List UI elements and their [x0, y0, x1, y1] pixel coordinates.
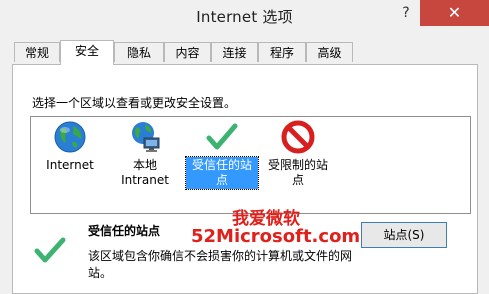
zone-trusted-sites[interactable]: 受信任的站 点 [185, 120, 259, 190]
tab-connections[interactable]: 连接 [211, 42, 258, 62]
zone-instruction: 选择一个区域以查看或更改安全设置。 [32, 96, 237, 110]
local-intranet-icon [132, 122, 160, 152]
watermark-line-2: 52Microsoft.com [191, 226, 361, 247]
sites-button[interactable]: 站点(S) [361, 222, 447, 248]
selected-zone-description: 该区域包含你确信不会损害你的计算机或文件的网站。 [88, 249, 353, 280]
globe-icon [54, 121, 86, 153]
prohibited-icon [281, 120, 315, 154]
selected-zone-title: 受信任的站点 [88, 224, 161, 238]
zone-restricted-sites[interactable]: 受限制的站 点 [263, 120, 333, 189]
zone-internet[interactable]: Internet [40, 120, 100, 174]
zone-trusted-sites-label: 受信任的站 点 [185, 156, 259, 190]
zone-internet-label: Internet [46, 158, 94, 172]
trusted-zone-check-icon [34, 237, 66, 263]
tab-programs[interactable]: 程序 [258, 42, 306, 62]
help-button[interactable]: ? [393, 0, 419, 26]
tab-content[interactable]: 内容 [164, 42, 211, 62]
zone-local-intranet-label: 本地 Intranet [121, 158, 169, 187]
tab-security[interactable]: 安全 [60, 40, 114, 65]
close-button[interactable]: ✕ [420, 0, 489, 26]
zone-local-intranet[interactable]: 本地 Intranet [114, 120, 176, 189]
tab-general[interactable]: 常规 [14, 42, 60, 62]
zone-restricted-sites-label: 受限制的站 点 [267, 158, 328, 187]
tab-advanced[interactable]: 高级 [306, 42, 353, 62]
checkmark-icon [206, 123, 238, 150]
tab-privacy[interactable]: 隐私 [114, 42, 164, 62]
internet-options-dialog: Internet 选项 ? ✕ 常规 安全 隐私 内容 连接 程序 高级 选择一… [0, 0, 489, 294]
title-bar: Internet 选项 ? ✕ [0, 0, 489, 34]
